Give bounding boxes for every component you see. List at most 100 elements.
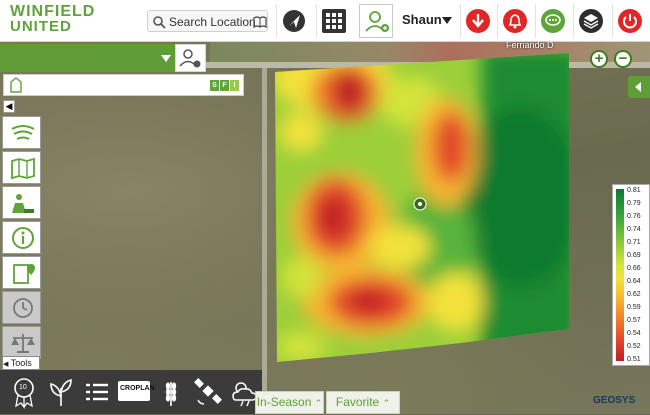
legend-value: 0.57 [627, 317, 641, 324]
power-button[interactable] [612, 4, 646, 38]
search-location-label: Search Location [169, 15, 256, 29]
brand-logo: WINFIELD UNITED [10, 3, 96, 35]
cropplan-button[interactable]: CROPLAN [117, 374, 155, 410]
badge-number: 10 [19, 384, 27, 391]
collapse-panel-button[interactable]: ◀ [3, 100, 15, 113]
download-icon [466, 9, 490, 33]
legend-value: 0.62 [627, 291, 641, 298]
legend-value: 0.69 [627, 252, 641, 259]
chat-icon [541, 9, 565, 33]
logo-line2: UNITED [10, 18, 72, 35]
satellite-button[interactable] [192, 374, 224, 410]
chevron-left-icon [635, 82, 641, 92]
book-icon[interactable] [253, 16, 267, 28]
search-location-box[interactable]: Search Location [147, 10, 268, 32]
map-icon [11, 157, 35, 180]
add-user-icon [365, 11, 389, 32]
legend-value: 0.74 [627, 226, 641, 233]
favorite-label: Favorite [335, 395, 380, 409]
favorite-tab[interactable]: Favorite ⌃ [326, 391, 400, 414]
road-vertical [262, 68, 267, 414]
download-button[interactable] [460, 4, 494, 38]
add-user-button[interactable] [359, 4, 393, 38]
award-ribbon-icon [14, 378, 34, 409]
geosys-logo: GEOSYS [593, 395, 636, 406]
layers-button[interactable] [573, 4, 607, 38]
assign-user-button[interactable] [175, 44, 206, 72]
chevron-down-icon[interactable] [161, 55, 171, 63]
search-icon [153, 16, 166, 29]
apps-grid-button[interactable] [316, 4, 350, 38]
signal-tool-button[interactable] [2, 116, 41, 149]
chevron-up-icon: ⌃ [314, 398, 323, 408]
cropplan-label: CROPLAN [120, 385, 155, 392]
wheat-icon [165, 382, 177, 406]
scale-icon [11, 334, 35, 353]
zoom-in-button[interactable]: + [590, 50, 608, 68]
scout-person-icon [12, 194, 34, 213]
alerts-button[interactable] [497, 4, 531, 38]
legend-value: 0.64 [627, 278, 641, 285]
layers-icon [579, 9, 603, 33]
legend-color-ramp [616, 189, 624, 361]
crops-button[interactable] [45, 374, 77, 410]
history-tool-button[interactable] [2, 291, 41, 324]
chevron-left-icon: ◀ [5, 101, 13, 111]
legend-value: 0.54 [627, 330, 641, 337]
grid-icon [322, 9, 346, 33]
tools-label: Tools [10, 358, 32, 368]
info-tool-button[interactable] [2, 221, 41, 254]
in-season-label: In-Season [256, 395, 312, 409]
clock-icon [13, 298, 33, 318]
bell-icon [503, 9, 527, 33]
power-icon [618, 9, 642, 33]
legend-value: 0.66 [627, 265, 641, 272]
field-info-row[interactable]: S F I [3, 74, 244, 96]
compare-tool-button[interactable] [2, 326, 41, 359]
zoom-out-button[interactable]: − [614, 50, 632, 68]
chevron-down-icon[interactable] [442, 17, 452, 25]
field-heatmap[interactable] [271, 47, 571, 362]
top-bar: WINFIELD UNITED Search Location Shaun [0, 0, 650, 42]
ribbon-badge-button[interactable]: 10 [8, 374, 40, 410]
field-marker-icon [10, 77, 22, 93]
legend-value: 0.52 [627, 343, 641, 350]
info-icon [12, 227, 34, 249]
bottom-toolbar: 10 CROPLAN [0, 370, 262, 414]
notebook-pin-icon [13, 264, 35, 284]
tools-tab[interactable]: ◀ Tools [2, 356, 40, 370]
list-icon [86, 383, 108, 401]
ndvi-legend: 0.81 0.79 0.76 0.74 0.71 0.69 0.66 0.64 0.62 0.59… [612, 184, 650, 366]
satellite-icon [194, 378, 222, 405]
legend-value: 0.76 [627, 213, 641, 220]
plus-icon: + [594, 50, 604, 67]
legend-value: 0.79 [627, 200, 641, 207]
wheat-button[interactable] [155, 374, 187, 410]
signal-waves-icon [11, 125, 35, 140]
navigation-arrow-icon [283, 10, 305, 32]
list-view-button[interactable] [81, 374, 113, 410]
chevron-up-icon: ⌃ [382, 398, 391, 408]
leaf-sprout-icon [50, 378, 72, 406]
in-season-tab[interactable]: In-Season ⌃ [255, 391, 324, 414]
legend-value: 0.71 [627, 239, 641, 246]
tag-i[interactable]: I [230, 80, 239, 91]
caret-left-icon: ◀ [3, 361, 9, 368]
chat-button[interactable] [535, 4, 569, 38]
map-tool-button[interactable] [2, 151, 41, 184]
minus-icon: − [618, 50, 628, 67]
tool-sidebar [2, 116, 42, 361]
add-user-icon [179, 49, 201, 68]
tag-s[interactable]: S [210, 80, 219, 91]
legend-value: 0.51 [627, 356, 641, 363]
legend-value: 0.59 [627, 304, 641, 311]
scouting-tool-button[interactable] [2, 186, 41, 219]
expand-right-panel-button[interactable] [628, 76, 650, 98]
legend-value: 0.81 [627, 187, 641, 194]
navigate-button[interactable] [276, 4, 310, 38]
notes-tool-button[interactable] [2, 256, 41, 289]
field-pin-icon[interactable] [413, 197, 427, 211]
logo-line1: WINFIELD [10, 3, 96, 20]
user-name[interactable]: Shaun [402, 12, 442, 27]
tag-f[interactable]: F [220, 80, 229, 91]
